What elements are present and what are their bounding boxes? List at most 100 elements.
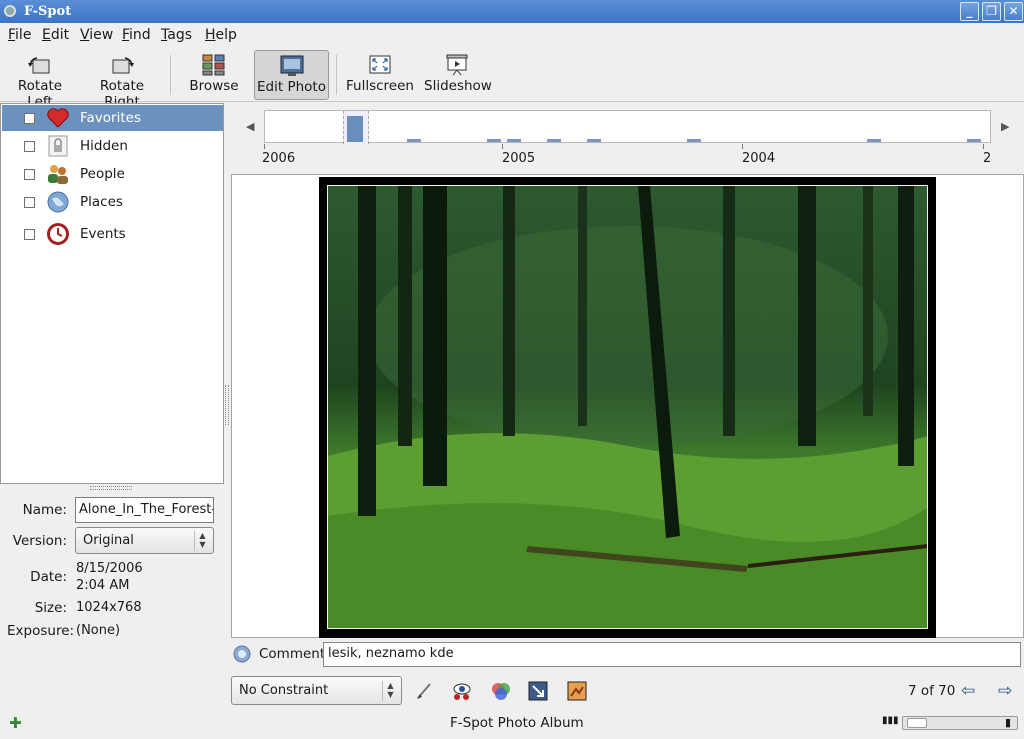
minimize-button[interactable]: _ [960, 2, 979, 21]
zoom-in-icon[interactable]: ▮ [1005, 716, 1011, 729]
menu-find[interactable]: Find [122, 27, 151, 43]
heart-icon [47, 108, 69, 128]
time-value: 2:04 AM [76, 578, 130, 593]
comment-field[interactable]: lesik, neznamo kde [323, 642, 1021, 667]
menu-tags[interactable]: Tags [161, 27, 192, 43]
tag-label: Places [80, 194, 123, 210]
close-button[interactable]: ✕ [1004, 2, 1023, 21]
timeline-bar [547, 139, 561, 142]
fullscreen-label: Fullscreen [346, 78, 414, 94]
comment-label: Comment: [259, 646, 330, 662]
menu-view[interactable]: View [80, 27, 113, 43]
tag-checkbox[interactable] [24, 229, 35, 240]
timeline-year: 2 [983, 151, 991, 166]
version-label: Version: [12, 533, 67, 549]
edit-photo-icon [280, 55, 303, 76]
timeline-histogram[interactable] [264, 110, 991, 144]
timeline-year: 2004 [742, 151, 776, 166]
timeline-bar [867, 139, 881, 142]
previous-photo-icon[interactable]: ⇦ [961, 681, 975, 701]
slideshow-icon [446, 54, 468, 76]
tag-checkbox[interactable] [24, 169, 35, 180]
date-label: Date: [30, 569, 67, 585]
rotate-right-icon [112, 57, 134, 74]
title-bar: F-Spot _ ❐ ✕ [0, 0, 1024, 23]
lock-icon [48, 135, 68, 157]
timeline-year: 2005 [502, 151, 536, 166]
rotate-right-button[interactable]: Rotate Right [82, 50, 162, 110]
select-arrows-icon: ▲ ▼ [194, 531, 210, 551]
fullscreen-button[interactable]: Fullscreen [346, 50, 414, 100]
tag-label: Events [80, 226, 126, 242]
constraint-select[interactable]: No Constraint ▲ ▼ [231, 676, 402, 705]
next-photo-icon[interactable]: ⇨ [998, 681, 1012, 701]
photo-counter: 7 of 70 [908, 683, 956, 699]
menu-edit[interactable]: Edit [42, 27, 69, 43]
menu-file[interactable]: File [8, 27, 31, 43]
add-icon[interactable]: ✚ [9, 714, 22, 732]
tag-label: Favorites [80, 110, 141, 126]
timeline-year: 2006 [262, 151, 296, 166]
desaturate-icon[interactable] [527, 680, 549, 702]
photo-frame [319, 177, 936, 638]
timeline-bar [967, 139, 981, 142]
tag-list: Favorites Hidden People Places Events [0, 103, 224, 484]
zoom-slider-thumb[interactable] [907, 718, 927, 728]
tag-item-places[interactable]: Places [2, 189, 223, 215]
timeline-bar [407, 139, 421, 142]
browse-button[interactable]: Browse [186, 50, 242, 100]
menu-help[interactable]: Help [205, 27, 237, 43]
select-arrows-icon: ▲ ▼ [382, 681, 398, 701]
timeline-bar [487, 139, 501, 142]
maximize-button[interactable]: ❐ [982, 2, 1001, 21]
photo-view[interactable] [231, 174, 1024, 638]
zoom-out-icon[interactable]: ▮▮▮ [882, 715, 899, 726]
color-adjust-icon[interactable] [490, 680, 512, 702]
status-text: F-Spot Photo Album [450, 715, 584, 731]
tag-checkbox[interactable] [24, 197, 35, 208]
people-icon [48, 165, 68, 184]
rotate-left-button[interactable]: Rotate Left [4, 50, 76, 110]
browse-icon [202, 54, 225, 76]
crop-tool-icon[interactable] [414, 680, 436, 702]
date-value: 8/15/2006 [76, 561, 143, 576]
size-label: Size: [34, 600, 67, 616]
tag-item-hidden[interactable]: Hidden [2, 133, 223, 159]
window-title: F-Spot [24, 4, 72, 19]
zoom-slider[interactable] [902, 716, 1018, 730]
fullscreen-icon [369, 55, 391, 74]
tag-item-people[interactable]: People [2, 161, 223, 187]
sidebar-resize-handle[interactable] [225, 385, 229, 425]
forest-photo [328, 186, 927, 628]
photo-image[interactable] [327, 185, 928, 629]
name-label: Name: [22, 502, 67, 518]
timeline: ◀ ▶ 2006 2005 2004 2 [231, 103, 1024, 173]
timeline-bar [687, 139, 701, 142]
edit-photo-label: Edit Photo [257, 79, 326, 95]
timeline-right-arrow-icon[interactable]: ▶ [1001, 120, 1009, 133]
timeline-bar [587, 139, 601, 142]
tag-checkbox[interactable] [24, 113, 35, 124]
red-eye-tool-icon[interactable] [451, 680, 473, 702]
sepia-icon[interactable] [566, 680, 588, 702]
exposure-label: Exposure: [7, 623, 75, 639]
timeline-left-arrow-icon[interactable]: ◀ [246, 120, 254, 133]
tag-checkbox[interactable] [24, 141, 35, 152]
toolbar-separator [170, 55, 171, 95]
tag-label: Hidden [80, 138, 128, 154]
timeline-bar [507, 139, 521, 142]
slideshow-button[interactable]: Slideshow [424, 50, 492, 100]
version-select[interactable]: Original ▲ ▼ [75, 527, 214, 554]
clock-icon [47, 223, 69, 245]
timeline-handle[interactable] [347, 116, 363, 142]
timeline-tick [264, 144, 265, 149]
pane-resize-handle[interactable] [90, 486, 132, 490]
timeline-tick [983, 144, 984, 149]
tag-item-events[interactable]: Events [2, 221, 223, 247]
size-value: 1024x768 [76, 600, 142, 615]
name-field[interactable]: Alone_In_The_Forest-2 [75, 497, 214, 523]
timeline-tick [502, 144, 503, 149]
version-value: Original [83, 533, 134, 548]
edit-photo-button[interactable]: Edit Photo [254, 50, 329, 100]
tag-item-favorites[interactable]: Favorites [2, 105, 223, 131]
